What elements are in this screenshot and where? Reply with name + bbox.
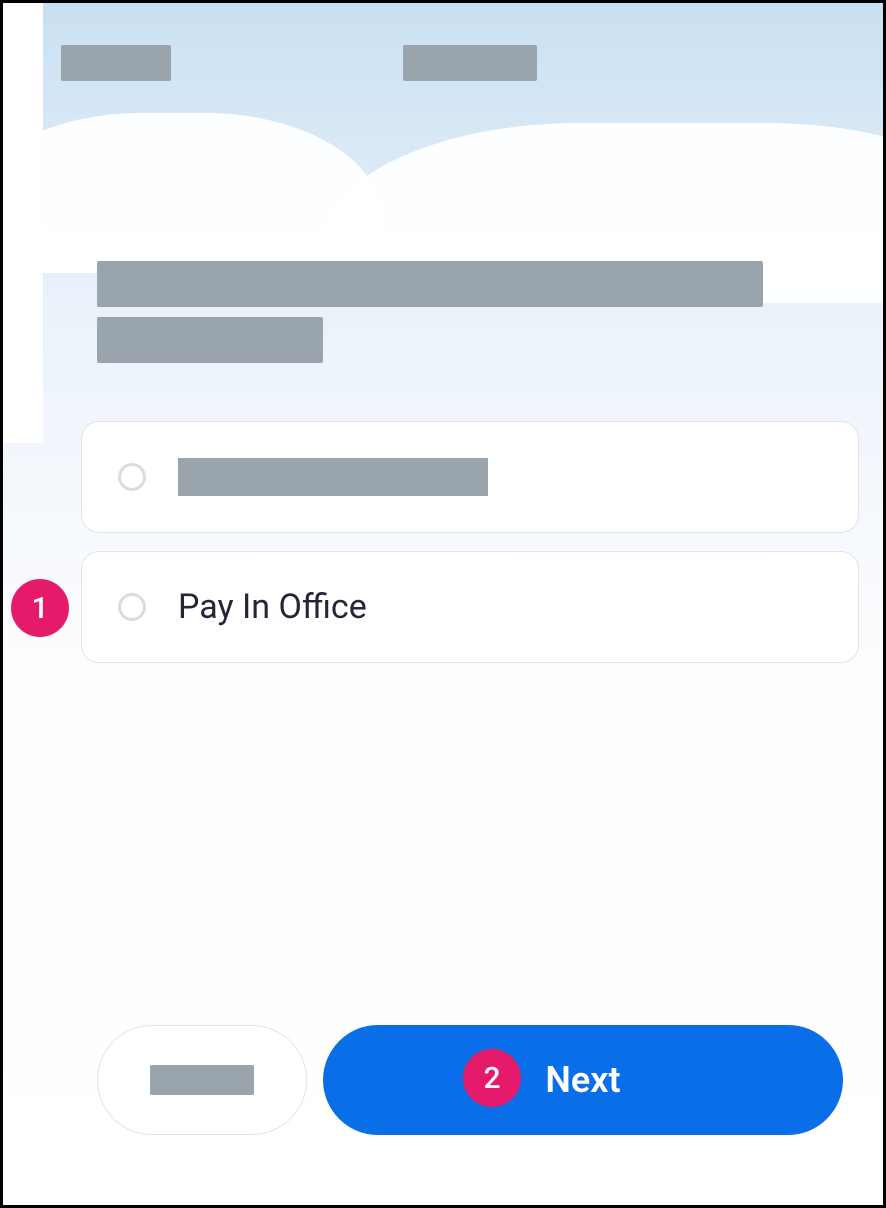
- heading-placeholder-line2: [97, 317, 323, 363]
- next-label: Next: [545, 1059, 620, 1101]
- callout-number: 2: [483, 1061, 500, 1096]
- callout-badge-1: 1: [11, 579, 69, 637]
- back-label-placeholder: [150, 1065, 254, 1095]
- option-label-placeholder: [178, 458, 488, 496]
- next-button[interactable]: Next: [323, 1025, 843, 1135]
- header-placeholder-left: [61, 45, 171, 81]
- app-frame: Pay In Office Next 1 2: [0, 0, 886, 1208]
- callout-number: 1: [31, 591, 48, 626]
- payment-option-1[interactable]: [81, 421, 859, 533]
- heading-placeholder-line1: [97, 261, 763, 307]
- payment-option-pay-in-office[interactable]: Pay In Office: [81, 551, 859, 663]
- back-button[interactable]: [97, 1025, 307, 1135]
- radio-icon: [118, 593, 146, 621]
- callout-badge-2: 2: [463, 1049, 521, 1107]
- radio-icon: [118, 463, 146, 491]
- option-label: Pay In Office: [178, 587, 367, 627]
- header-placeholder-right: [403, 45, 537, 81]
